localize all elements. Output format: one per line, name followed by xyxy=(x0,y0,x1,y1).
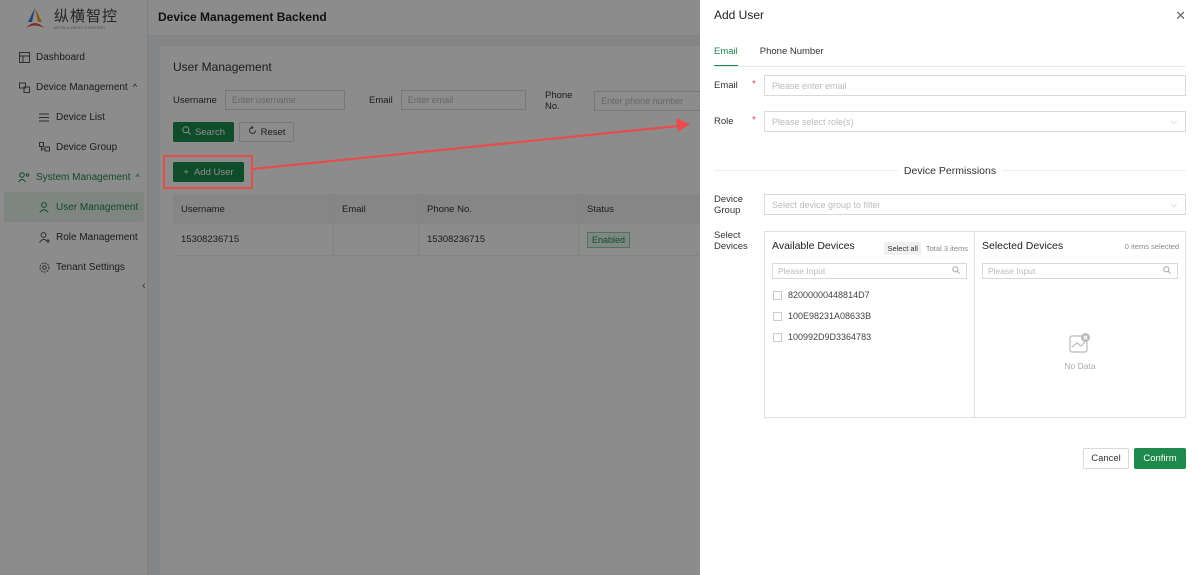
chevron-down-icon: ⌵ xyxy=(1170,199,1177,209)
select-all-button[interactable]: Select all xyxy=(884,242,921,255)
annotation-arrow xyxy=(252,118,690,171)
selected-search-input[interactable]: Please Input xyxy=(982,263,1178,279)
device-group-placeholder: Select device group to filter xyxy=(772,199,881,210)
email-label: Email xyxy=(714,80,738,91)
checkbox[interactable] xyxy=(773,332,782,342)
chevron-down-icon: ⌵ xyxy=(1170,116,1177,126)
search-icon xyxy=(952,266,960,276)
tab-email[interactable]: Email xyxy=(714,46,738,67)
drawer-title: Add User xyxy=(714,8,765,22)
list-item[interactable]: 100E98231A08633B xyxy=(773,311,871,321)
section-title: Device Permissions xyxy=(714,165,1186,177)
empty-state: No Data xyxy=(975,332,1185,371)
selected-devices-pane: Selected Devices 0 items selected Please… xyxy=(975,232,1185,417)
checkbox[interactable] xyxy=(773,311,782,321)
tab-bar: Email Phone Number xyxy=(714,46,846,67)
selected-count: 0 items selected xyxy=(1124,242,1179,251)
device-group-label-line2: Group xyxy=(714,205,741,216)
tab-phone-number[interactable]: Phone Number xyxy=(760,46,824,67)
select-devices-label-line2: Devices xyxy=(714,241,748,252)
checkbox[interactable] xyxy=(773,290,782,300)
available-search-placeholder: Please Input xyxy=(778,266,826,276)
device-transfer: Available Devices Select all Total 3 ite… xyxy=(764,231,1186,418)
role-select[interactable]: Please select role(s) ⌵ xyxy=(764,111,1186,132)
email-field[interactable]: Please enter email xyxy=(764,75,1186,96)
select-devices-label-line1: Select xyxy=(714,230,741,241)
search-icon xyxy=(1163,266,1171,276)
cancel-button[interactable]: Cancel xyxy=(1083,448,1129,469)
available-total: Total 3 items xyxy=(925,244,968,253)
empty-state-text: No Data xyxy=(1064,361,1096,371)
role-select-placeholder: Please select role(s) xyxy=(772,116,854,127)
close-icon[interactable]: ✕ xyxy=(1175,8,1186,24)
selected-search-placeholder: Please Input xyxy=(988,266,1036,276)
tab-divider xyxy=(714,66,1186,67)
add-user-drawer: Add User ✕ Email Phone Number Email * Pl… xyxy=(700,0,1200,575)
role-label: Role xyxy=(714,116,734,127)
device-group-select[interactable]: Select device group to filter ⌵ xyxy=(764,194,1186,215)
available-devices-pane: Available Devices Select all Total 3 ite… xyxy=(765,232,975,417)
required-marker: * xyxy=(752,79,756,90)
list-item[interactable]: 82000000448814D7 xyxy=(773,290,870,300)
available-search-input[interactable]: Please Input xyxy=(772,263,967,279)
device-id: 100992D9D3364783 xyxy=(788,332,872,342)
device-id: 82000000448814D7 xyxy=(788,290,870,300)
available-devices-title: Available Devices xyxy=(772,240,855,252)
confirm-button[interactable]: Confirm xyxy=(1134,448,1186,469)
no-data-icon xyxy=(1069,332,1091,357)
device-group-label-line1: Device xyxy=(714,194,744,205)
device-id: 100E98231A08633B xyxy=(788,311,872,321)
section-title-text: Device Permissions xyxy=(897,165,1003,177)
required-marker: * xyxy=(752,115,756,126)
list-item[interactable]: 100992D9D3364783 xyxy=(773,332,871,342)
selected-devices-title: Selected Devices xyxy=(982,240,1064,252)
